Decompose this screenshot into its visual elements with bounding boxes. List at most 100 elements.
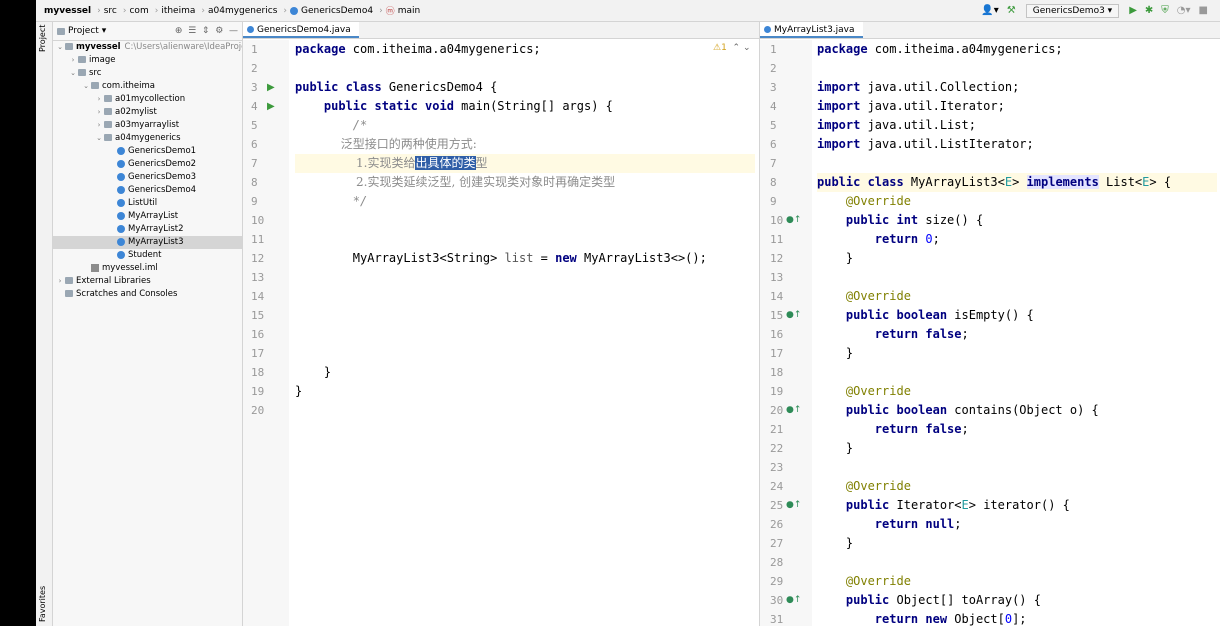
tree-item[interactable]: ⌄ myvesselC:\Users\alienware\IdeaProjects… [53,41,242,54]
implements-icon[interactable]: ●↑ [786,310,801,320]
tree-item[interactable]: MyArrayList [53,210,242,223]
code-line: } [817,251,854,265]
tree-item[interactable]: GenericsDemo4 [53,184,242,197]
expand-icon[interactable]: ⇕ [202,26,210,36]
line-number: 19 [770,385,784,398]
tree-item[interactable]: GenericsDemo3 [53,171,242,184]
code-line: public boolean contains(Object o) { [845,403,1099,417]
build-hammer-icon[interactable]: ⚒ [1007,5,1016,16]
project-view-select[interactable]: Project [68,26,99,36]
favorites-tool-tab[interactable]: Favorites [38,586,47,622]
line-number: 2 [770,62,777,75]
collapse-all-icon[interactable]: ☰ [188,26,196,36]
tree-item[interactable]: ⌄ a04mygenerics [53,132,242,145]
run-class-icon[interactable]: ▶ [267,82,275,93]
tree-item[interactable]: › External Libraries [53,275,242,288]
implements-icon[interactable]: ●↑ [786,500,801,510]
breadcrumb-item-class[interactable]: GenericsDemo4 [301,6,373,16]
hide-icon[interactable]: — [229,26,238,36]
class-icon [117,250,125,259]
code-line: MyArrayList3<String> list = new MyArrayL… [295,251,707,265]
implements-icon[interactable]: ●↑ [786,215,801,225]
run-config-select[interactable]: GenericsDemo3 ▾ [1025,3,1120,18]
folder-icon [65,277,73,284]
run-icon[interactable]: ▶ [1129,5,1137,16]
chevron-down-icon[interactable]: ⌄ [55,41,65,54]
chevron-down-icon[interactable]: ⌄ [81,80,91,93]
line-number: 25 [770,499,784,512]
breadcrumb-item-com[interactable]: com [129,6,148,16]
breadcrumb-item-method[interactable]: main [398,6,421,16]
class-icon [117,237,125,246]
class-icon [117,159,125,168]
breadcrumb-item-src[interactable]: src [104,6,117,16]
chevron-right-icon[interactable]: › [94,119,104,132]
tab-genericsdemo4[interactable]: GenericsDemo4.java [243,22,359,38]
class-icon [117,224,125,233]
debug-icon[interactable]: ✱ [1145,5,1153,16]
tree-item[interactable]: GenericsDemo1 [53,145,242,158]
project-tree: ⌄ myvesselC:\Users\alienware\IdeaProjects… [53,41,242,301]
profile-icon[interactable]: ◔▾ [1177,5,1191,16]
chevron-down-icon[interactable]: ▾ [102,26,107,36]
code-line: public int size() { [845,213,984,227]
implements-icon[interactable]: ●↑ [786,595,801,605]
tree-item[interactable]: › a02mylist [53,106,242,119]
tree-item[interactable]: Student [53,249,242,262]
chevron-down-icon[interactable]: ⌄ [68,67,78,80]
code-line: /* [352,118,368,132]
coverage-icon[interactable]: ⛨ [1161,5,1169,16]
breadcrumb: myvessel › src › com › itheima › a04mygeneri… [44,5,421,18]
tree-item-label: Student [128,250,162,260]
tree-item[interactable]: GenericsDemo2 [53,158,242,171]
tree-item[interactable]: › image [53,54,242,67]
implements-icon[interactable]: ●↑ [786,405,801,415]
locate-icon[interactable]: ⊕ [175,26,183,36]
left-code[interactable]: package com.itheima.a04mygenerics; publi… [295,40,755,420]
code-line: */ [352,194,368,208]
tree-item-label: a02mylist [115,107,157,117]
folder-icon [91,82,99,89]
chevron-right-icon[interactable]: › [94,106,104,119]
gear-icon[interactable]: ⚙ [215,26,223,36]
class-icon [117,185,125,194]
line-number: 18 [251,366,265,379]
tree-item[interactable]: ⌄ src [53,67,242,80]
code-line: } [817,536,854,550]
tree-item[interactable]: MyArrayList3 [53,236,242,249]
tree-item[interactable]: › a01mycollection [53,93,242,106]
chevron-down-icon[interactable]: ⌄ [94,132,104,145]
line-number: 7 [251,157,258,170]
tree-item[interactable]: › a03myarraylist [53,119,242,132]
line-number: 4 [770,100,777,113]
line-number: 6 [770,138,777,151]
chevron-right-icon[interactable]: › [94,93,104,106]
tree-item[interactable]: myvessel.iml [53,262,242,275]
user-icon[interactable]: 👤▾ [981,5,998,16]
chevron-right-icon[interactable]: › [68,54,78,67]
tool-window-strip: Project Favorites [36,22,53,626]
tab-myarraylist3[interactable]: MyArrayList3.java [760,22,863,38]
line-number: 23 [770,461,784,474]
line-number: 1 [770,43,777,56]
breadcrumb-item-project[interactable]: myvessel [44,6,91,16]
breadcrumb-item-package[interactable]: a04mygenerics [208,6,277,16]
tree-item[interactable]: ⌄ com.itheima [53,80,242,93]
breadcrumb-item-itheima[interactable]: itheima [161,6,195,16]
project-tool-tab[interactable]: Project [38,25,47,52]
tree-item[interactable]: Scratches and Consoles [53,288,242,301]
tree-item[interactable]: ListUtil [53,197,242,210]
chevron-right-icon[interactable]: › [55,275,65,288]
tree-item-label: External Libraries [76,276,151,286]
line-number: 20 [251,404,265,417]
right-code[interactable]: package com.itheima.a04mygenerics; impor… [817,40,1217,626]
run-main-icon[interactable]: ▶ [267,101,275,112]
stop-icon[interactable]: ■ [1199,5,1208,16]
tree-item[interactable]: MyArrayList2 [53,223,242,236]
code-line: return false; [874,327,969,341]
